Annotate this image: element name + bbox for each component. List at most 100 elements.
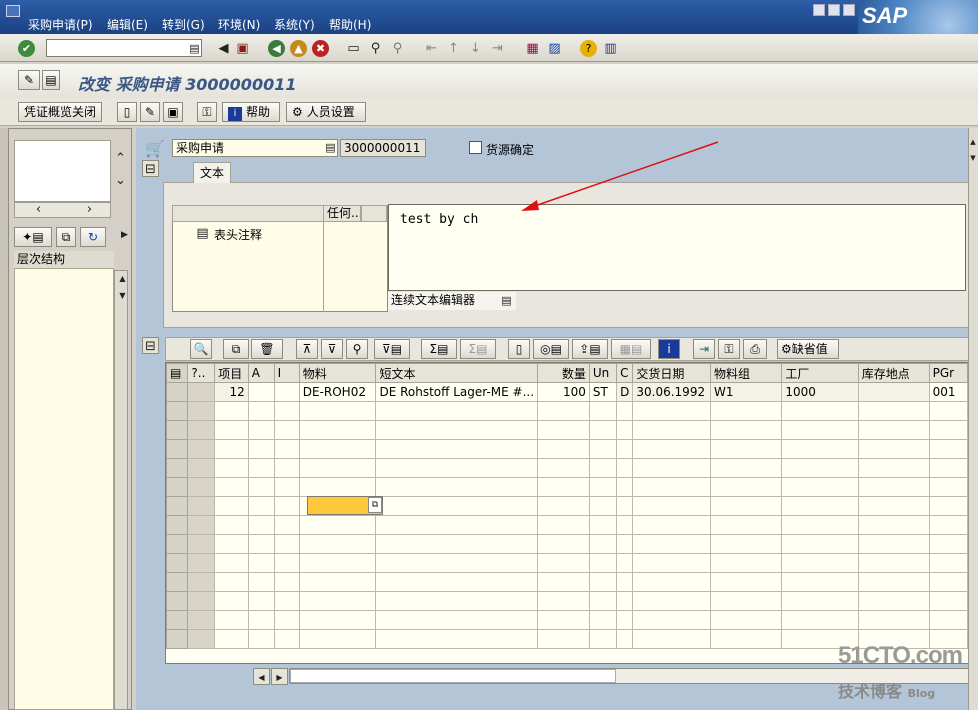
select-all-icon[interactable]: ▤ [166,363,189,383]
table-cell[interactable] [247,420,275,440]
table-cell[interactable] [247,477,275,497]
table-cell[interactable] [247,515,275,535]
shortcut-icon[interactable]: ▨ [546,40,563,57]
display-change-toggle-icon[interactable]: ✎ [18,70,40,90]
table-cell[interactable] [588,534,618,554]
table-row[interactable] [166,610,968,630]
column-header[interactable]: Un [588,363,618,383]
table-cell[interactable] [588,496,618,516]
table-cell[interactable]: D [616,382,634,402]
row-selector[interactable] [166,401,189,421]
column-header[interactable]: 数量 [537,363,590,383]
grid-hscroll-thumb[interactable] [290,669,616,683]
table-row[interactable] [166,534,968,554]
table-cell[interactable] [187,610,216,630]
table-cell[interactable] [709,591,783,611]
table-cell[interactable] [616,629,634,649]
tree-expand-icon[interactable]: ✦▤ [14,227,52,247]
table-cell[interactable] [632,420,711,440]
table-cell[interactable] [709,629,783,649]
find-next-icon[interactable]: ⚲ [389,40,406,57]
table-cell[interactable] [187,629,216,649]
layout-menu-icon[interactable]: ▥ [602,40,619,57]
table-cell[interactable] [298,610,377,630]
table-cell[interactable] [928,496,968,516]
table-cell[interactable] [187,477,216,497]
table-cell[interactable] [781,610,859,630]
table-cell[interactable] [632,572,711,592]
table-cell[interactable] [928,610,968,630]
table-cell[interactable] [857,515,930,535]
table-cell[interactable] [187,534,216,554]
table-cell[interactable] [298,458,377,478]
table-cell[interactable] [375,629,539,649]
table-cell[interactable] [273,458,300,478]
source-determination-checkbox[interactable] [469,141,482,154]
table-cell[interactable] [273,534,300,554]
table-cell[interactable] [273,572,300,592]
tab-text[interactable]: 文本 [193,162,231,183]
table-cell[interactable] [616,496,634,516]
change-icon[interactable]: ✎ [140,102,160,122]
table-cell[interactable] [375,572,539,592]
table-cell[interactable] [247,591,275,611]
table-cell[interactable] [588,439,618,459]
table-cell[interactable] [781,458,859,478]
copy-icon[interactable]: ⧉ [56,227,76,247]
table-cell[interactable] [781,477,859,497]
table-cell[interactable] [375,477,539,497]
column-header[interactable]: C [616,363,634,383]
table-cell[interactable]: DE Rohstoff Lager-ME #... [375,382,539,402]
table-cell[interactable] [616,420,634,440]
table-cell[interactable] [709,401,783,421]
table-cell[interactable] [375,591,539,611]
table-cell[interactable] [247,401,275,421]
table-cell[interactable] [214,534,249,554]
table-cell[interactable] [616,401,634,421]
table-cell[interactable] [537,420,590,440]
table-cell[interactable] [247,382,275,402]
table-cell[interactable] [273,401,300,421]
table-cell[interactable] [537,477,590,497]
table-cell[interactable] [273,477,300,497]
help-icon[interactable]: ? [580,40,597,57]
create-icon[interactable]: ▯ [117,102,137,122]
default-values-button[interactable]: ⚙缺省值 [777,339,839,359]
next-page-icon[interactable]: ↓ [467,40,484,57]
table-cell[interactable] [214,477,249,497]
sort-ascending-icon[interactable]: ⊼ [296,339,318,359]
table-cell[interactable] [187,496,216,516]
header-collapse-icon[interactable]: ⊟ [142,160,159,177]
exit-icon[interactable]: ▲ [290,40,307,57]
delete-row-icon[interactable]: 🗑 [251,339,283,359]
table-cell[interactable] [857,401,930,421]
table-cell[interactable] [537,610,590,630]
table-cell[interactable] [298,553,377,573]
table-cell[interactable] [375,401,539,421]
table-cell[interactable] [298,401,377,421]
table-cell[interactable] [857,610,930,630]
column-header[interactable]: PGr [928,363,968,383]
table-cell[interactable]: 001 [928,382,968,402]
table-cell[interactable] [537,496,590,516]
table-cell[interactable] [273,496,300,516]
table-cell[interactable] [187,439,216,459]
table-cell[interactable] [214,420,249,440]
find-icon[interactable]: ⚲ [367,40,384,57]
column-header[interactable]: 项目 [214,363,249,383]
menu-system[interactable]: 系统(Y) [274,16,315,33]
table-cell[interactable] [588,458,618,478]
table-cell[interactable] [857,572,930,592]
table-cell[interactable] [273,515,300,535]
sum-icon[interactable]: Σ▤ [421,339,457,359]
table-cell[interactable] [709,496,783,516]
row-selector[interactable] [166,496,189,516]
table-row[interactable] [166,515,968,535]
column-header[interactable]: 物料组 [709,363,783,383]
table-cell[interactable] [247,439,275,459]
table-cell[interactable] [632,553,711,573]
table-cell[interactable] [273,439,300,459]
table-cell[interactable] [588,591,618,611]
table-cell[interactable] [214,553,249,573]
value-help-icon[interactable]: ⧉ [368,497,382,513]
